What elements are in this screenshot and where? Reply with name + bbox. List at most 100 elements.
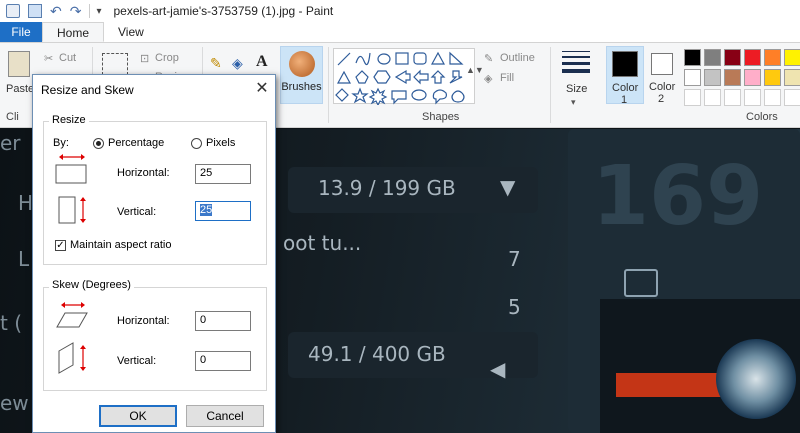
cancel-button[interactable]: Cancel	[186, 405, 264, 427]
clipboard-group-label: Cli	[6, 111, 19, 123]
custom-color-swatch[interactable]	[784, 89, 800, 106]
save-icon[interactable]	[28, 4, 42, 18]
fill-icon[interactable]: ◈	[484, 72, 492, 85]
tab-view[interactable]: View	[104, 22, 158, 42]
maintain-aspect-label[interactable]: Maintain aspect ratio	[70, 239, 172, 251]
brushes-button[interactable]: Brushes	[280, 46, 323, 104]
palette-swatch[interactable]	[764, 49, 781, 66]
photo-text: 5	[508, 295, 521, 319]
crop-button[interactable]: Crop	[155, 52, 179, 64]
pixels-radio[interactable]	[191, 138, 202, 149]
paste-button[interactable]: Paste	[6, 83, 34, 95]
vertical-skew-icon	[57, 341, 91, 375]
resize-vertical-label: Vertical:	[117, 206, 156, 218]
photo-disc	[716, 339, 796, 419]
cut-icon[interactable]: ✂	[44, 52, 53, 65]
brush-icon	[289, 51, 315, 77]
skew-vertical-input[interactable]: 0	[195, 351, 251, 371]
skew-vertical-label: Vertical:	[117, 355, 156, 367]
photo-text: 7	[508, 247, 521, 271]
skew-horizontal-input[interactable]: 0	[195, 311, 251, 331]
color1-button[interactable]: Color 1	[606, 46, 644, 104]
select-icon[interactable]	[102, 53, 128, 75]
paint-app-icon[interactable]	[6, 4, 20, 18]
shapes-group-label: Shapes	[422, 111, 459, 123]
palette-swatch[interactable]	[724, 69, 741, 86]
toolbar-separator	[89, 4, 90, 18]
title-bar: ↶ ↷ ▾ pexels-art-jamie's-3753759 (1).jpg…	[0, 0, 800, 22]
photo-text: 13.9 / 199 GB	[318, 176, 456, 200]
custom-color-swatch[interactable]	[704, 89, 721, 106]
vertical-resize-icon	[57, 193, 91, 227]
color2-swatch[interactable]	[651, 53, 673, 75]
palette-swatch[interactable]	[704, 49, 721, 66]
skew-horizontal-label: Horizontal:	[117, 315, 170, 327]
skew-legend: Skew (Degrees)	[49, 279, 134, 291]
text-tool-icon[interactable]: A	[256, 53, 268, 71]
photo-text: oot tu...	[283, 231, 361, 255]
photo-text: er	[0, 131, 21, 155]
custom-color-swatch[interactable]	[684, 89, 701, 106]
photo-text: H	[18, 191, 33, 215]
outline-dropdown[interactable]: Outline	[500, 52, 535, 64]
percentage-label[interactable]: Percentage	[108, 137, 164, 149]
palette-swatch[interactable]	[764, 69, 781, 86]
palette-swatch[interactable]	[784, 69, 800, 86]
percentage-radio[interactable]	[93, 138, 104, 149]
photo-red-bar	[616, 373, 726, 397]
resize-vertical-value: 25	[200, 204, 212, 216]
paste-icon[interactable]	[8, 51, 30, 77]
undo-icon[interactable]: ↶	[50, 4, 62, 18]
photo-swap-icon	[624, 269, 658, 297]
custom-color-swatch[interactable]	[724, 89, 741, 106]
shapes-grid	[334, 49, 476, 105]
color2-label[interactable]: Color	[649, 81, 675, 93]
fill-dropdown[interactable]: Fill	[500, 72, 514, 84]
pencil-icon[interactable]: ✎	[210, 55, 222, 72]
size-button[interactable]: Size	[566, 83, 587, 95]
palette-swatch[interactable]	[704, 69, 721, 86]
custom-color-swatch[interactable]	[764, 89, 781, 106]
colors-group-label: Colors	[746, 111, 778, 123]
size-dropdown-icon[interactable]: ▾	[571, 97, 576, 108]
maintain-aspect-checkbox[interactable]: ✓	[55, 240, 66, 251]
palette-swatch[interactable]	[784, 49, 800, 66]
ribbon-tabs: File Home View	[0, 22, 800, 42]
color1-number: 1	[621, 94, 627, 106]
photo-text: 169	[592, 149, 763, 244]
pixels-label[interactable]: Pixels	[206, 137, 235, 149]
photo-text: t (	[0, 311, 22, 335]
resize-horizontal-label: Horizontal:	[117, 167, 170, 179]
paint-window: ↶ ↷ ▾ pexels-art-jamie's-3753759 (1).jpg…	[0, 0, 800, 433]
ok-button[interactable]: OK	[99, 405, 177, 427]
resize-vertical-input[interactable]: 25	[195, 201, 251, 221]
close-icon[interactable]: ✕	[251, 79, 273, 99]
outline-icon[interactable]: ✎	[484, 52, 493, 65]
palette-swatch[interactable]	[684, 49, 701, 66]
fill-bucket-icon[interactable]: ◈	[232, 55, 243, 72]
shapes-scroll-icon[interactable]: ▲▼	[466, 65, 484, 75]
palette-swatch[interactable]	[724, 49, 741, 66]
resize-horizontal-input[interactable]: 25	[195, 164, 251, 184]
tab-file[interactable]: File	[0, 22, 42, 42]
palette-swatch[interactable]	[744, 49, 761, 66]
photo-text: L	[18, 247, 29, 271]
size-icon[interactable]	[562, 51, 590, 77]
horizontal-skew-icon	[55, 301, 91, 331]
group-separator	[328, 47, 329, 123]
palette-swatch[interactable]	[744, 69, 761, 86]
customize-quick-access-icon[interactable]: ▾	[96, 6, 101, 17]
brushes-label: Brushes	[281, 81, 322, 93]
horizontal-resize-icon	[53, 153, 91, 187]
cut-button[interactable]: Cut	[59, 52, 76, 64]
palette-swatch[interactable]	[684, 69, 701, 86]
crop-icon[interactable]: ⊡	[140, 52, 149, 65]
custom-color-swatch[interactable]	[744, 89, 761, 106]
shapes-gallery[interactable]	[333, 48, 475, 104]
redo-icon[interactable]: ↷	[70, 4, 82, 18]
color2-number: 2	[658, 93, 664, 105]
tab-home[interactable]: Home	[42, 22, 104, 42]
group-separator	[550, 47, 551, 123]
resize-skew-dialog: Resize and Skew ✕ Resize By: Percentage …	[32, 74, 276, 433]
resize-legend: Resize	[49, 114, 89, 126]
